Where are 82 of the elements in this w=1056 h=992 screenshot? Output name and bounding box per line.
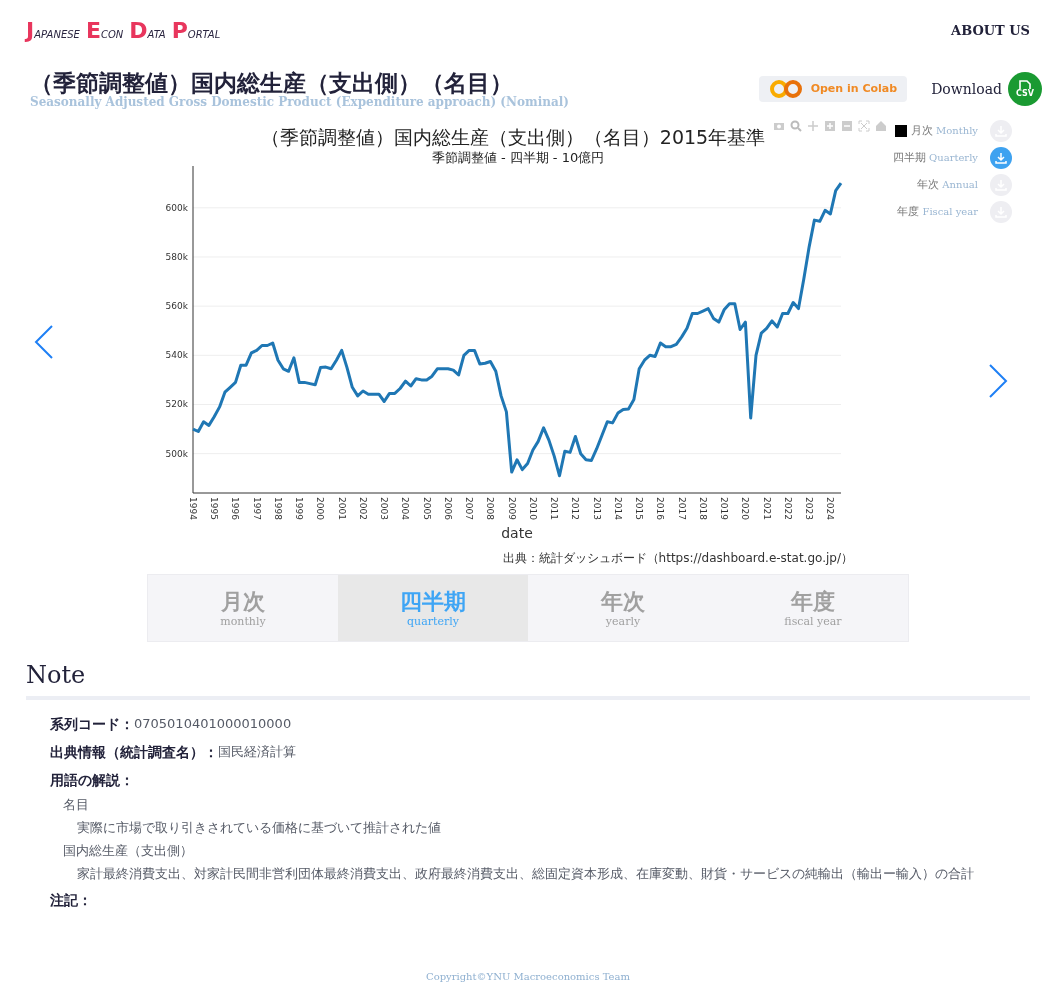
field-label: 出典情報（統計調査名）： bbox=[50, 742, 218, 762]
frequency-label: 年次 Annual bbox=[917, 176, 978, 193]
copyright-text: Copyright©YNU Macroeconomics Team bbox=[426, 970, 630, 984]
document-icon bbox=[1018, 80, 1032, 90]
chart-title: （季節調整値）国内総生産（支出側）（名目）2015年基準 bbox=[260, 126, 766, 148]
csv-download-button[interactable]: CSV bbox=[1008, 72, 1042, 106]
camera-icon[interactable] bbox=[774, 123, 785, 130]
term-definition: 実際に市場で取り引きされている価格に基づいて推計された値 bbox=[76, 819, 441, 838]
x-tick-label: 2018 bbox=[697, 497, 708, 520]
page-subtitle: Seasonally Adjusted Gross Domestic Product (Expenditure approach) (Nominal) bbox=[30, 95, 570, 109]
x-tick-label: 2021 bbox=[761, 497, 772, 520]
x-tick-label: 2010 bbox=[528, 497, 538, 520]
x-tick-label: 2001 bbox=[336, 497, 347, 520]
x-tick-label: 2004 bbox=[400, 497, 411, 520]
x-tick-label: 1999 bbox=[294, 497, 305, 520]
x-tick-label: 2012 bbox=[570, 497, 581, 520]
frequency-label: 四半期 Quarterly bbox=[893, 149, 978, 166]
zoom-icon[interactable] bbox=[791, 121, 802, 131]
x-tick-label: 2015 bbox=[634, 497, 645, 520]
x-tick-label: 1997 bbox=[251, 497, 262, 520]
nav-link[interactable]: ABOUT US bbox=[951, 21, 1030, 41]
section-label: 注記： bbox=[50, 890, 92, 910]
term-name: 国内総生産（支出側） bbox=[62, 842, 193, 861]
logo-word: ECON bbox=[85, 20, 124, 42]
note-heading: Note bbox=[26, 660, 87, 691]
download-label: Download bbox=[931, 79, 1002, 99]
source-note: 出典：統計ダッシュボード（https://dashboard.e-stat.go.jp/） bbox=[502, 551, 854, 565]
x-tick-label: 2009 bbox=[506, 497, 517, 520]
field-value: 国民経済計算 bbox=[218, 743, 296, 762]
x-tick-label: 2002 bbox=[358, 497, 368, 520]
y-tick-label: 500k bbox=[165, 448, 189, 459]
x-tick-label: 2019 bbox=[719, 497, 730, 520]
x-tick-label: 2014 bbox=[612, 497, 623, 520]
frequency-tab[interactable]: 年度 fiscal year bbox=[718, 575, 908, 641]
x-tick-label: 2013 bbox=[591, 497, 602, 520]
autoscale-icon[interactable] bbox=[859, 121, 870, 131]
page-title: （季節調整値）国内総生産（支出側）（名目） bbox=[30, 69, 514, 97]
zoom-out-icon[interactable] bbox=[842, 121, 853, 131]
x-axis-title: date bbox=[501, 525, 533, 541]
field-value: 0705010401000010000 bbox=[134, 715, 292, 734]
logo-word: PORTAL bbox=[171, 20, 221, 42]
frequency-label: 年度 Fiscal year bbox=[897, 203, 978, 220]
field-label: 系列コード： bbox=[50, 714, 134, 734]
frequency-tab[interactable]: 年次 yearly bbox=[528, 575, 718, 641]
download-icon bbox=[995, 152, 1007, 164]
download-button[interactable] bbox=[990, 147, 1012, 169]
x-tick-label: 2022 bbox=[782, 497, 793, 520]
x-tick-label: 2020 bbox=[740, 497, 751, 520]
open-in-colab-button[interactable]: Open in Colab bbox=[758, 76, 908, 102]
x-tick-label: 2003 bbox=[379, 497, 390, 520]
x-tick-label: 2017 bbox=[676, 497, 687, 520]
y-tick-label: 600k bbox=[165, 202, 189, 213]
chart-subtitle: 季節調整値 - 四半期 - 10億円 bbox=[431, 150, 605, 165]
logo-word: DATA bbox=[129, 20, 166, 42]
x-tick-label: 1996 bbox=[230, 497, 241, 520]
x-tick-label: 1995 bbox=[209, 497, 220, 520]
x-tick-label: 2005 bbox=[421, 497, 432, 520]
logo-word: JAPANESE bbox=[26, 20, 80, 42]
y-tick-label: 520k bbox=[165, 399, 189, 410]
home-icon[interactable] bbox=[876, 121, 887, 131]
y-tick-label: 580k bbox=[165, 251, 189, 262]
frequency-label: 月次 Monthly bbox=[911, 122, 978, 139]
x-tick-label: 2024 bbox=[825, 497, 836, 520]
x-tick-label: 2011 bbox=[549, 497, 560, 520]
x-tick-label: 2023 bbox=[804, 497, 815, 520]
term-name: 名目 bbox=[62, 796, 89, 815]
frequency-tab[interactable]: 月次 monthly bbox=[148, 575, 338, 641]
term-definition: 家計最終消費支出、対家計民間非営利団体最終消費支出、政府最終消費支出、総固定資本形成、在庫変動、財貨・サービスの純輸出（輸出ー輸入）の合計 bbox=[76, 865, 974, 884]
x-tick-label: 2007 bbox=[464, 497, 475, 520]
x-tick-label: 2016 bbox=[655, 497, 666, 520]
y-tick-label: 560k bbox=[165, 301, 189, 312]
x-tick-label: 2000 bbox=[315, 497, 326, 520]
x-tick-label: 1998 bbox=[273, 497, 284, 520]
pan-icon[interactable] bbox=[808, 121, 819, 131]
colab-logo-icon bbox=[768, 79, 803, 99]
y-tick-label: 540k bbox=[165, 350, 189, 361]
x-tick-label: 2008 bbox=[485, 497, 496, 520]
section-label: 用語の解説： bbox=[50, 770, 134, 790]
x-tick-label: 1994 bbox=[188, 497, 199, 520]
frequency-tab[interactable]: 四半期 quarterly bbox=[338, 575, 528, 641]
x-tick-label: 2006 bbox=[443, 497, 453, 520]
zoom-in-icon[interactable] bbox=[825, 121, 836, 131]
